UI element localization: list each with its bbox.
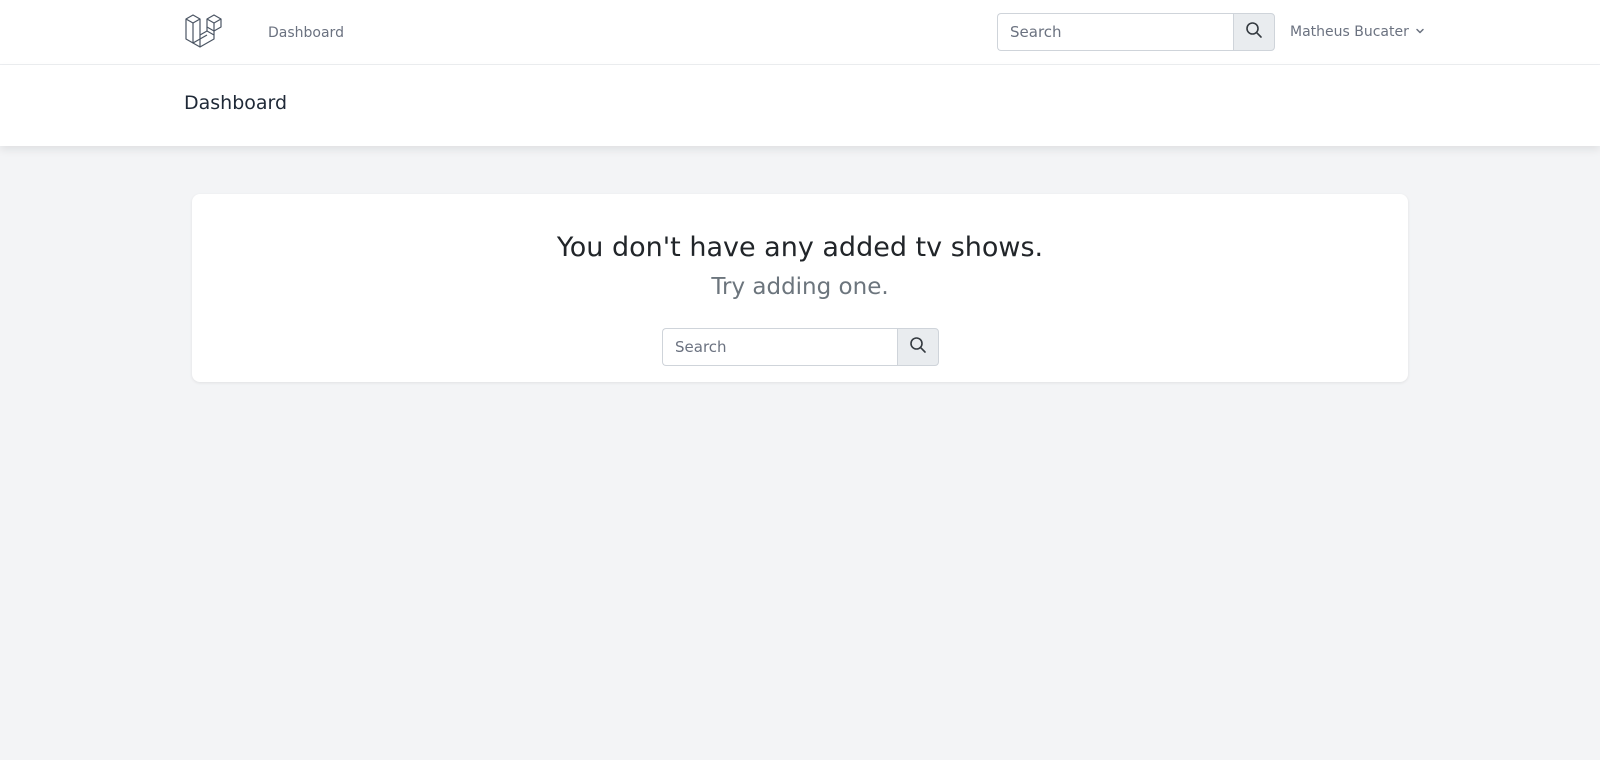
empty-state-card: You don't have any added tv shows. Try a… — [192, 194, 1408, 382]
search-icon — [909, 336, 927, 358]
search-icon — [1245, 21, 1263, 43]
show-search-input[interactable] — [662, 328, 897, 366]
laravel-logo-icon[interactable] — [184, 13, 224, 51]
navbar-search-input[interactable] — [997, 13, 1233, 51]
page-title: Dashboard — [184, 92, 288, 114]
show-search — [662, 328, 939, 366]
user-name: Matheus Bucater — [1290, 24, 1409, 40]
chevron-down-icon — [1415, 22, 1425, 42]
user-menu-dropdown[interactable]: Matheus Bucater — [1290, 22, 1425, 42]
nav-dashboard-link[interactable]: Dashboard — [268, 24, 344, 42]
page-header: Dashboard — [0, 65, 1600, 146]
top-navbar: Dashboard Matheus Bucater — [0, 0, 1600, 65]
show-search-button[interactable] — [897, 328, 939, 366]
navbar-search — [997, 13, 1275, 51]
empty-state-heading: You don't have any added tv shows. — [556, 232, 1044, 263]
empty-state-subheading: Try adding one. — [711, 274, 889, 300]
navbar-search-button[interactable] — [1233, 13, 1275, 51]
